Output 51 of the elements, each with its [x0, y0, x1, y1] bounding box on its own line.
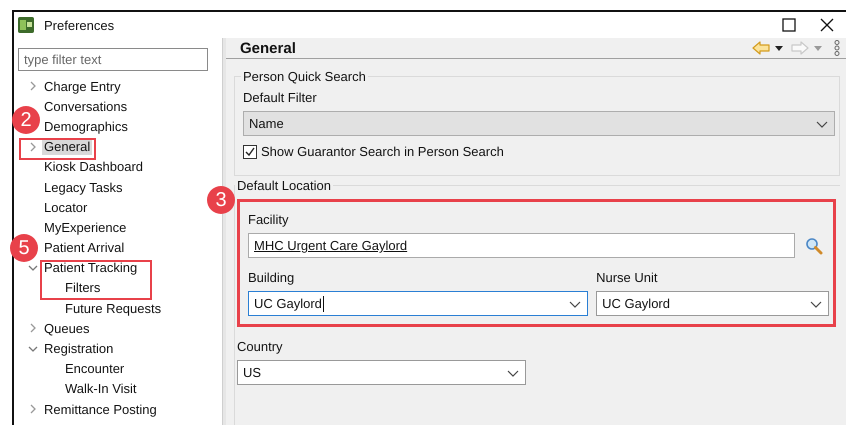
chevron-down-icon — [569, 301, 582, 308]
tree-item[interactable]: Future Requests — [63, 300, 164, 317]
tree-item[interactable]: Patient Arrival — [42, 239, 126, 256]
group-title: Person Quick Search — [242, 69, 367, 84]
page-title: General — [240, 40, 296, 56]
tree-item[interactable]: Charge Entry — [42, 78, 123, 95]
chevron-down-icon[interactable] — [28, 344, 38, 354]
filter-field[interactable]: type filter text — [18, 48, 208, 71]
maximize-icon[interactable] — [782, 18, 796, 32]
chevron-down-icon — [507, 370, 519, 377]
tree-item[interactable]: Queues — [42, 320, 92, 337]
tree-item[interactable]: Encounter — [63, 360, 126, 378]
tree-item[interactable]: Locator — [42, 198, 90, 216]
back-arrow-icon[interactable] — [752, 41, 770, 55]
chevron-right-icon[interactable] — [28, 404, 38, 414]
close-icon[interactable] — [820, 18, 834, 32]
field-label: Nurse Unit — [596, 270, 658, 285]
facility-field[interactable]: MHC Urgent Care Gaylord — [248, 233, 795, 258]
tree-item[interactable]: Walk-In Visit — [63, 380, 139, 398]
tree-item[interactable]: MyExperience — [42, 218, 128, 236]
tree-item[interactable]: Kiosk Dashboard — [42, 158, 145, 176]
search-icon[interactable] — [805, 236, 823, 254]
dropdown[interactable]: US — [237, 360, 526, 385]
more-options-icon[interactable] — [834, 40, 840, 56]
tree-item[interactable]: Registration — [42, 340, 116, 358]
field-label: Facility — [248, 212, 290, 227]
checkbox[interactable] — [243, 144, 257, 158]
tree-item[interactable]: Filters — [63, 279, 102, 296]
chevron-down-icon — [816, 121, 828, 128]
group-title: Default Location — [236, 178, 332, 193]
tree-item[interactable]: Legacy Tasks — [42, 178, 125, 196]
field-label: Building — [248, 270, 296, 285]
tree-item[interactable]: Remittance Posting — [42, 400, 159, 418]
window-title: Preferences — [44, 18, 114, 32]
dropdown[interactable]: UC Gaylord — [596, 291, 829, 316]
chevron-right-icon[interactable] — [28, 142, 38, 152]
chevron-down-icon[interactable] — [28, 262, 38, 273]
app-icon — [18, 17, 34, 33]
tree-item[interactable]: Conversations — [42, 98, 130, 115]
chevron-right-icon[interactable] — [28, 81, 38, 92]
dropdown-triangle-icon[interactable] — [775, 46, 783, 50]
chevron-right-icon[interactable] — [28, 323, 38, 334]
dropdown[interactable]: Name — [243, 111, 835, 136]
checkbox-label: Show Guarantor Search in Person Search — [261, 144, 504, 159]
tree-item[interactable]: Patient Tracking — [42, 259, 140, 276]
tree-item[interactable]: Demographics — [42, 118, 130, 135]
field-label: Default Filter — [243, 90, 318, 105]
field-label: Country — [237, 339, 284, 354]
step-number-badge: 3 — [207, 186, 235, 214]
chevron-down-icon — [810, 301, 822, 308]
dropdown[interactable]: UC Gaylord — [248, 291, 588, 316]
